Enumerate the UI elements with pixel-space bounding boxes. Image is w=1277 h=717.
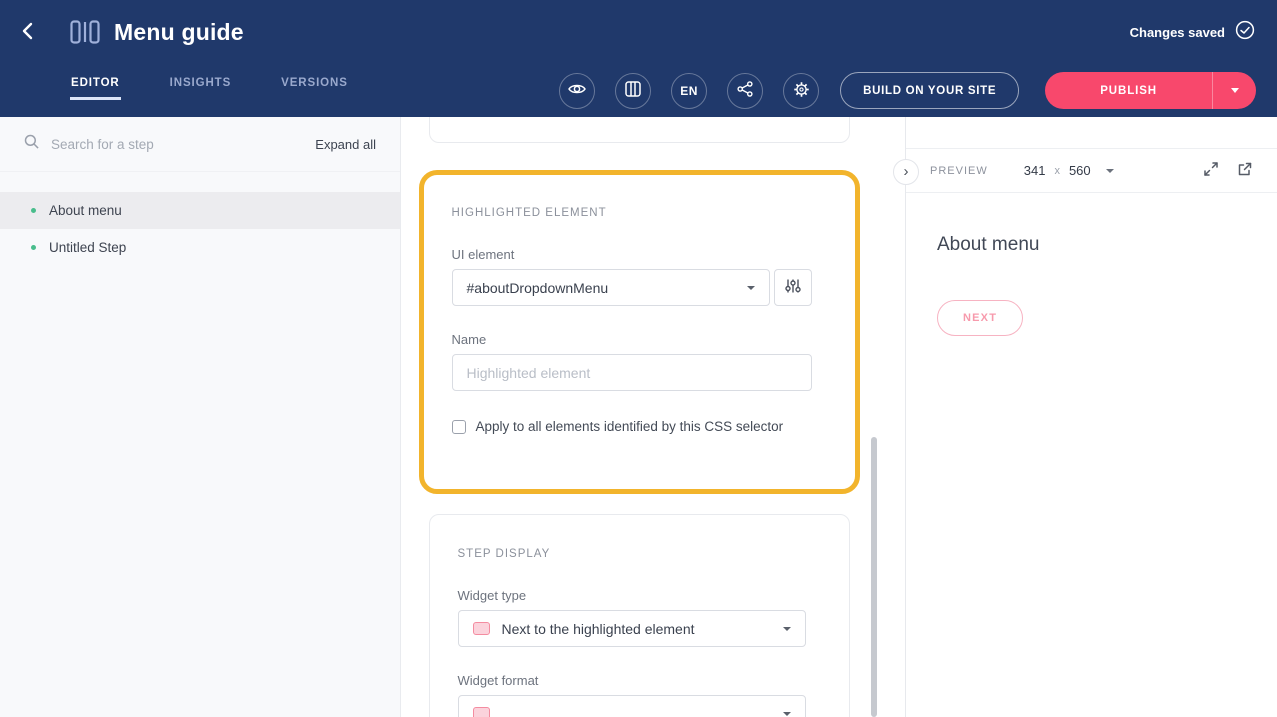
widget-type-icon	[473, 622, 490, 635]
previous-settings-card-partial	[429, 117, 850, 143]
layout-button[interactable]	[615, 73, 651, 109]
step-item-about-menu[interactable]: About menu	[0, 192, 400, 229]
widget-type-select[interactable]: Next to the highlighted element	[458, 610, 806, 647]
caret-down-icon	[1106, 169, 1114, 173]
caret-down-icon	[783, 627, 791, 631]
step-search-input[interactable]	[51, 137, 303, 152]
highlighted-element-name-input[interactable]	[452, 354, 812, 391]
step-item-untitled-step[interactable]: Untitled Step	[0, 229, 400, 266]
preview-actions	[1203, 161, 1253, 180]
preview-next-button[interactable]: NEXT	[937, 300, 1023, 336]
caret-down-icon	[747, 286, 755, 290]
widget-format-label: Widget format	[458, 673, 806, 688]
tab-editor[interactable]: EDITOR	[70, 64, 121, 100]
selector-settings-button[interactable]	[774, 269, 812, 306]
app-logo-icon	[70, 20, 100, 44]
step-list: About menu Untitled Step	[0, 192, 400, 266]
header-toolbar: EN BUILD ON YOUR SITE PUBLISH	[559, 64, 1256, 117]
preview-panel: › PREVIEW 341 x 560	[905, 117, 1277, 717]
publish-dropdown-button[interactable]	[1212, 72, 1256, 109]
layout-columns-icon	[625, 81, 641, 100]
eye-icon	[568, 82, 586, 99]
build-on-your-site-button[interactable]: BUILD ON YOUR SITE	[840, 72, 1019, 109]
open-in-new-window-button[interactable]	[1237, 161, 1253, 180]
search-icon	[24, 134, 39, 154]
step-editor-panel: HIGHLIGHTED ELEMENT UI element #aboutDro…	[401, 117, 905, 717]
preview-size-dropdown[interactable]: 341 x 560	[1024, 163, 1114, 178]
step-display-card: STEP DISPLAY Widget type Next to the hig…	[429, 514, 850, 717]
settings-button[interactable]	[783, 73, 819, 109]
header-top-row: Menu guide Changes saved	[0, 0, 1277, 64]
step-status-dot	[31, 208, 36, 213]
app-root: Menu guide Changes saved EDITOR INSIGHTS…	[0, 0, 1277, 717]
preview-step-title: About menu	[937, 232, 1246, 258]
widget-type-label: Widget type	[458, 588, 806, 603]
preview-title: PREVIEW	[930, 165, 988, 177]
publish-split-button: PUBLISH	[1045, 72, 1256, 109]
tune-sliders-icon	[785, 278, 801, 297]
editor-scrollbar[interactable]	[871, 437, 877, 717]
app-header: Menu guide Changes saved EDITOR INSIGHTS…	[0, 0, 1277, 117]
ui-element-select[interactable]: #aboutDropdownMenu	[452, 269, 770, 306]
publish-button[interactable]: PUBLISH	[1045, 72, 1212, 109]
expand-arrows-icon	[1203, 161, 1219, 180]
preview-size-separator: x	[1054, 165, 1060, 177]
ui-element-value: #aboutDropdownMenu	[467, 280, 609, 296]
chevron-right-icon: ›	[904, 164, 909, 179]
header-bottom-row: EDITOR INSIGHTS VERSIONS EN	[0, 64, 1277, 117]
step-label: Untitled Step	[49, 240, 126, 255]
preview-eye-button[interactable]	[559, 73, 595, 109]
tab-versions[interactable]: VERSIONS	[280, 64, 349, 100]
preview-content: About menu NEXT	[906, 193, 1277, 336]
editor-scroll-area: HIGHLIGHTED ELEMENT UI element #aboutDro…	[401, 117, 905, 703]
check-circle-icon	[1235, 20, 1255, 45]
section-title: STEP DISPLAY	[458, 548, 806, 560]
expand-all-button[interactable]: Expand all	[315, 137, 376, 152]
highlighted-element-card: HIGHLIGHTED ELEMENT UI element #aboutDro…	[419, 170, 860, 494]
tab-insights[interactable]: INSIGHTS	[169, 64, 233, 100]
step-status-dot	[31, 245, 36, 250]
expand-preview-button[interactable]	[1203, 161, 1219, 180]
caret-down-icon	[1231, 88, 1239, 93]
preview-header: PREVIEW 341 x 560	[906, 148, 1277, 193]
changes-saved-text: Changes saved	[1130, 25, 1225, 40]
gear-icon	[793, 81, 810, 101]
share-button[interactable]	[727, 73, 763, 109]
widget-format-select[interactable]	[458, 695, 806, 717]
steps-sidebar: Expand all About menu Untitled Step	[0, 117, 401, 717]
external-link-icon	[1237, 161, 1253, 180]
preview-height-value: 560	[1069, 163, 1091, 178]
caret-down-icon	[783, 712, 791, 716]
apply-all-checkbox[interactable]	[452, 420, 466, 434]
apply-all-label: Apply to all elements identified by this…	[476, 419, 784, 434]
editor-cards-column: HIGHLIGHTED ELEMENT UI element #aboutDro…	[429, 117, 850, 717]
chevron-left-icon	[22, 22, 33, 43]
share-icon	[737, 81, 753, 100]
name-label: Name	[452, 332, 812, 347]
language-button[interactable]: EN	[671, 73, 707, 109]
preview-width-value: 341	[1024, 163, 1046, 178]
step-label: About menu	[49, 203, 122, 218]
collapse-preview-button[interactable]: ›	[893, 159, 919, 185]
section-title: HIGHLIGHTED ELEMENT	[452, 207, 812, 219]
step-search-row: Expand all	[0, 117, 400, 172]
ui-element-label: UI element	[452, 247, 812, 262]
widget-type-value: Next to the highlighted element	[502, 621, 695, 637]
main-tabs: EDITOR INSIGHTS VERSIONS	[70, 64, 349, 117]
back-button[interactable]	[22, 16, 46, 48]
widget-format-icon	[473, 707, 490, 717]
page-title: Menu guide	[114, 19, 244, 46]
content-area: Expand all About menu Untitled Step	[0, 117, 1277, 717]
save-status: Changes saved	[1130, 20, 1255, 45]
language-badge: EN	[680, 84, 698, 98]
